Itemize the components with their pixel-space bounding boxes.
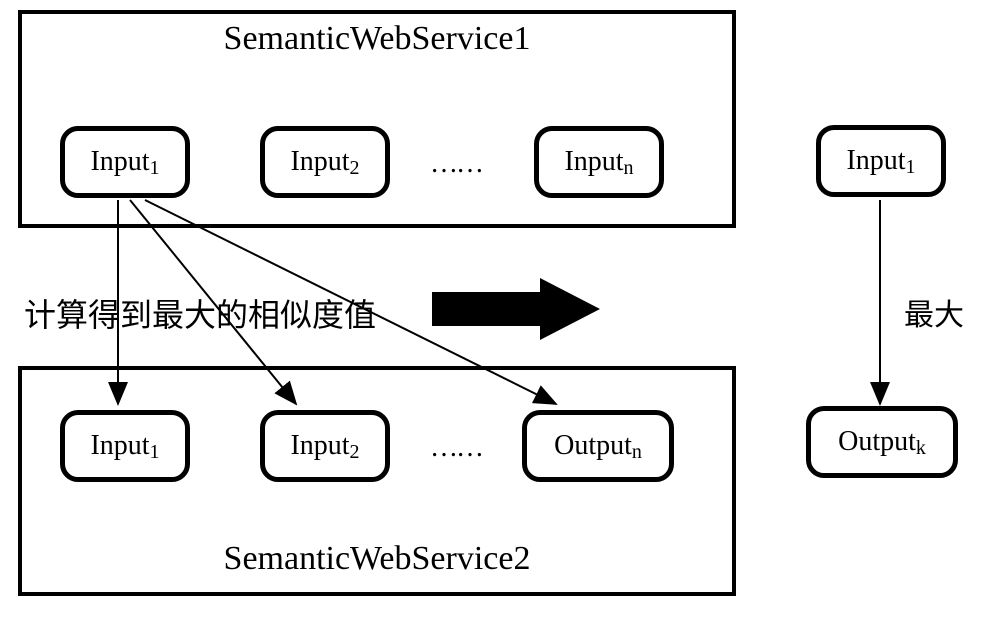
node-label: Input — [846, 145, 905, 177]
node-label: Output — [554, 430, 632, 462]
node-sub: n — [632, 441, 642, 464]
service1-input-2: Input2 — [260, 126, 390, 198]
service2-dots: …… — [430, 432, 482, 464]
node-sub: n — [624, 157, 634, 180]
node-sub: 2 — [350, 157, 360, 180]
service2-output-n: Outputn — [522, 410, 674, 482]
node-label: Input — [564, 146, 623, 178]
node-sub: 1 — [906, 156, 916, 179]
node-sub: k — [916, 437, 926, 460]
service1-dots: …… — [430, 148, 482, 180]
service1-title: SemanticWebService1 — [22, 20, 732, 58]
node-label: Output — [838, 426, 916, 458]
service1-box: SemanticWebService1 Input1 Input2 …… Inp… — [18, 10, 736, 228]
middle-text: 计算得到最大的相似度值 — [24, 290, 376, 336]
node-sub: 1 — [150, 157, 160, 180]
service2-title: SemanticWebService2 — [22, 540, 732, 578]
node-sub: 2 — [350, 441, 360, 464]
node-sub: 1 — [150, 441, 160, 464]
node-label: Input — [90, 146, 149, 178]
max-label: 最大 — [904, 290, 964, 334]
big-arrow-icon — [432, 274, 602, 344]
service2-input-2: Input2 — [260, 410, 390, 482]
right-output: Outputk — [806, 406, 958, 478]
right-input: Input1 — [816, 125, 946, 197]
node-label: Input — [290, 146, 349, 178]
service2-box: Input1 Input2 …… Outputn SemanticWebServ… — [18, 366, 736, 596]
service2-input-1: Input1 — [60, 410, 190, 482]
node-label: Input — [90, 430, 149, 462]
node-label: Input — [290, 430, 349, 462]
service1-input-n: Inputn — [534, 126, 664, 198]
service1-input-1: Input1 — [60, 126, 190, 198]
